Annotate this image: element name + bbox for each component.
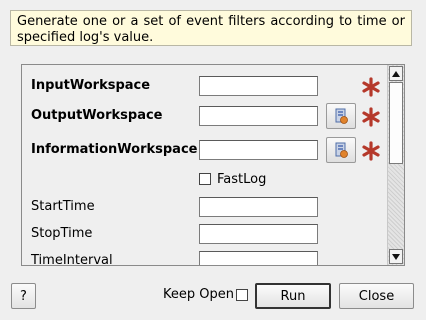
output-workspace-label: OutputWorkspace	[31, 108, 163, 123]
fastlog-label: FastLog	[217, 172, 267, 187]
scroll-up-button[interactable]	[389, 66, 403, 81]
required-star-icon	[362, 107, 380, 127]
start-time-label: StartTime	[31, 199, 95, 214]
required-star-icon	[362, 141, 380, 161]
stop-time-label: StopTime	[31, 226, 93, 241]
output-workspace-browse-button[interactable]	[326, 103, 356, 129]
keep-open-checkbox[interactable]	[236, 289, 248, 301]
input-workspace-label: InputWorkspace	[31, 78, 151, 93]
information-workspace-label: InformationWorkspace	[31, 142, 198, 157]
algorithm-description: Generate one or a set of event filters a…	[10, 10, 412, 46]
stop-time-field[interactable]	[199, 224, 318, 244]
arrow-up-icon	[392, 70, 400, 77]
fastlog-checkbox[interactable]	[199, 173, 211, 185]
information-workspace-browse-button[interactable]	[326, 137, 356, 163]
arrow-down-icon	[392, 253, 400, 260]
scrollbar-thumb[interactable]	[389, 82, 403, 164]
close-button[interactable]: Close	[339, 283, 414, 309]
help-button[interactable]: ?	[11, 283, 36, 309]
folder-browse-icon	[335, 142, 348, 158]
time-interval-label: TimeInterval	[31, 253, 113, 265]
scroll-down-button[interactable]	[389, 249, 403, 264]
output-workspace-field[interactable]	[199, 106, 318, 126]
properties-list: InputWorkspace OutputWorkspace Informati…	[22, 65, 388, 265]
input-workspace-field[interactable]	[199, 76, 318, 96]
keep-open-label: Keep Open	[163, 287, 234, 302]
vertical-scrollbar[interactable]	[387, 65, 404, 265]
properties-panel: InputWorkspace OutputWorkspace Informati…	[21, 64, 405, 266]
run-button[interactable]: Run	[255, 283, 331, 309]
information-workspace-field[interactable]	[199, 140, 318, 160]
time-interval-field[interactable]	[199, 251, 318, 265]
start-time-field[interactable]	[199, 197, 318, 217]
required-star-icon	[362, 77, 380, 97]
folder-browse-icon	[335, 108, 348, 124]
